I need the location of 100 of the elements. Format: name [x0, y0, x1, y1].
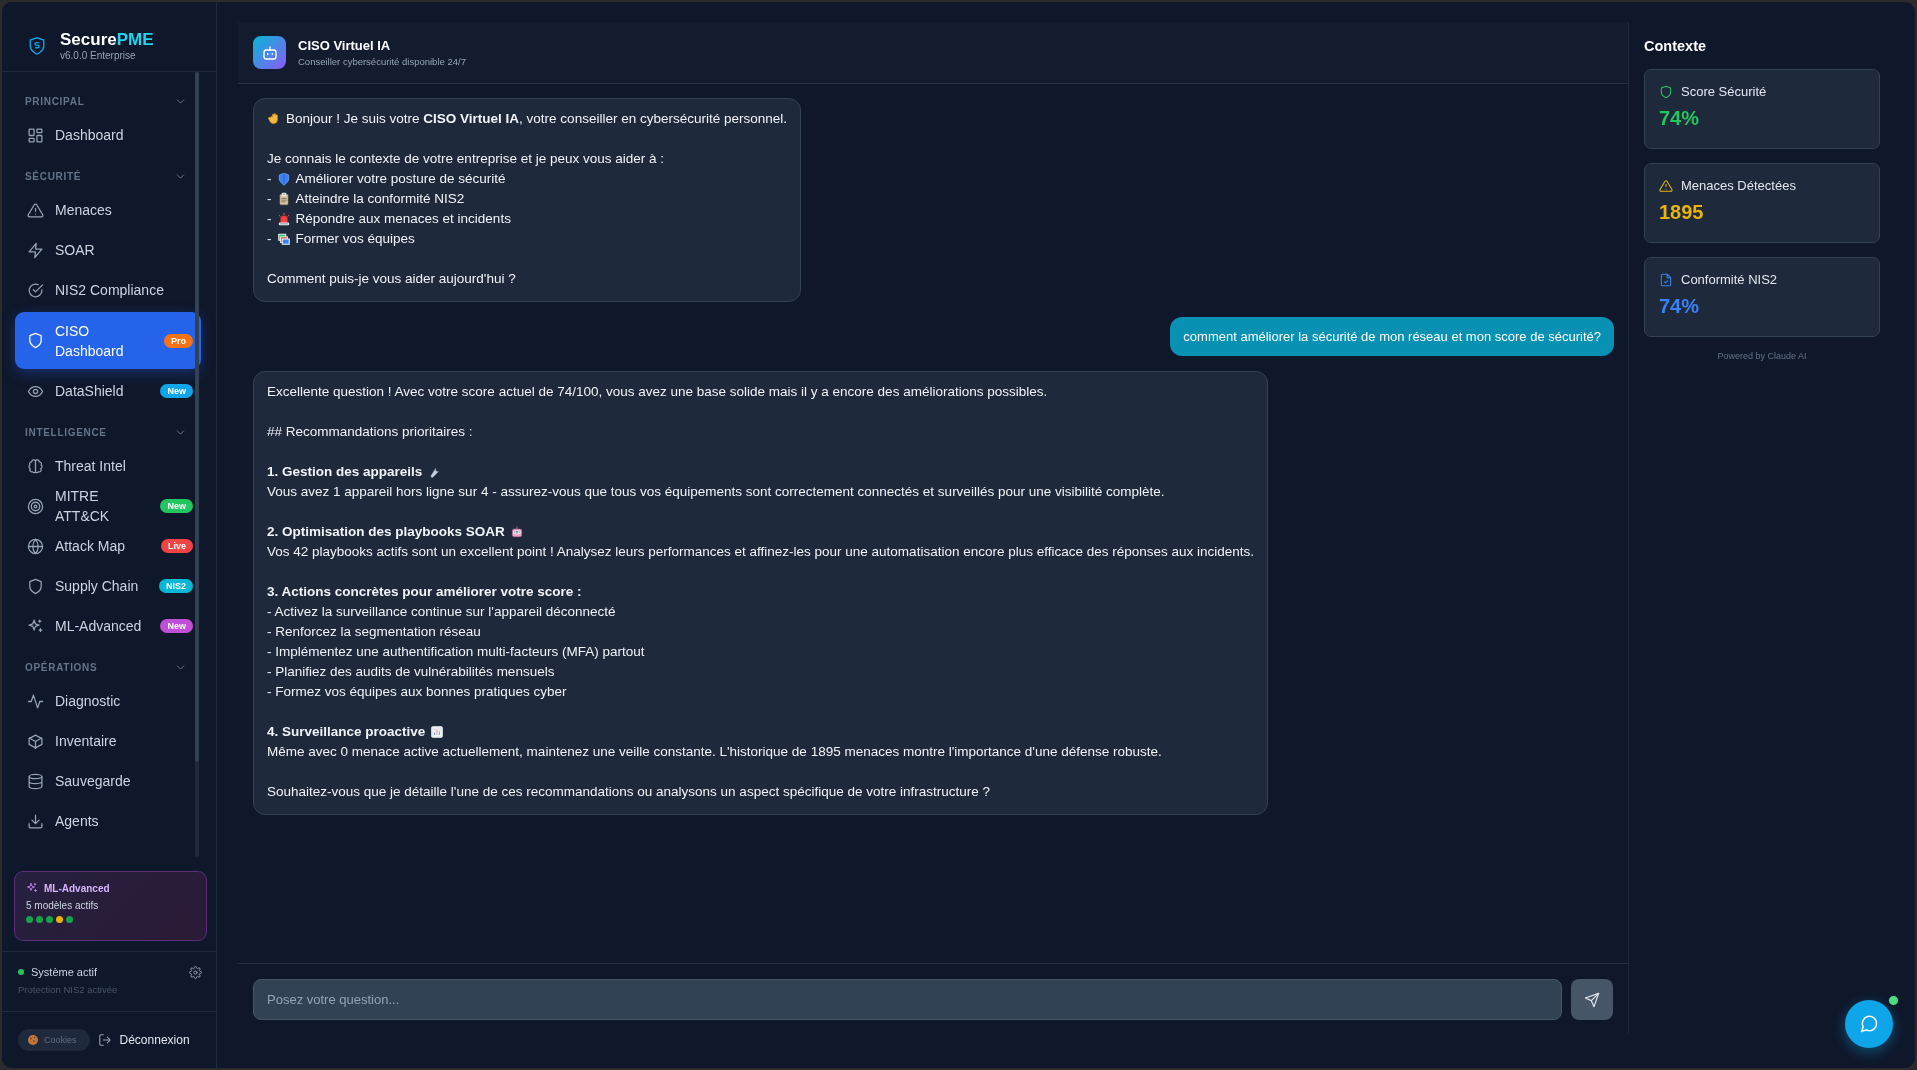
ml-status-card[interactable]: ML-Advanced 5 modèles actifs [14, 871, 207, 941]
document-icon [1659, 272, 1673, 287]
stat-label: Conformité NIS2 [1681, 272, 1778, 287]
shield-icon [27, 577, 44, 595]
nav-item[interactable]: NIS2 Compliance [15, 270, 201, 310]
stat-label: Score Sécurité [1681, 84, 1767, 99]
nav-item[interactable]: Diagnostic [15, 681, 201, 721]
message-text: Améliorer votre posture de sécurité [295, 170, 506, 188]
send-button[interactable] [1571, 979, 1613, 1020]
send-icon [1584, 991, 1600, 1008]
nav-item[interactable]: CISO Dashboard Pro [15, 312, 201, 369]
badge: Live [161, 539, 193, 553]
badge: Pro [164, 333, 193, 348]
message-text: Vous avez 1 appareil hors ligne sur 4 - assurez-vous que tous vos équipements sont correctement connectés et surveillés pour une visibilité complète. [267, 483, 1165, 501]
logout-icon [97, 1033, 112, 1047]
panel-title: Contexte [1644, 38, 1708, 54]
powered-by-text: Powered by Claude AI [1716, 351, 1808, 361]
list-dash: - [267, 170, 272, 188]
section-heading: 1. Gestion des appareils [267, 463, 423, 481]
user-message: comment améliorer la sécurité de mon réseau et mon score de sécurité? [1170, 317, 1614, 356]
message-text: ## Recommandations prioritaires : [267, 423, 473, 441]
message-text: Même avec 0 menace active actuellement, maintenez une veille constante. L'historique de 1895 menaces montre l'importance d'une défense robuste. [267, 743, 1162, 761]
section-heading: 3. Actions concrètes pour améliorer votre score : [267, 583, 582, 601]
question-field[interactable]: Posez votre question... [253, 979, 1562, 1020]
download-icon [27, 812, 44, 830]
section-label: PRINCIPAL [25, 95, 85, 107]
clipboard-icon [276, 192, 291, 206]
section-label: OPÉRATIONS [25, 661, 98, 673]
nav-item[interactable]: Inventaire [15, 721, 201, 761]
brain-icon [27, 457, 44, 475]
cube-icon [27, 732, 44, 750]
logo-icon [28, 35, 46, 56]
badge: New [160, 384, 193, 398]
message-text: Je connais le contexte de votre entreprise et je peux vous aider à : [267, 150, 664, 168]
shield-icon [276, 172, 291, 186]
nav-item[interactable]: Dashboard [15, 115, 201, 155]
badge: NIS2 [159, 579, 193, 593]
badge: New [160, 619, 193, 633]
section-heading: 4. Surveillance proactive [267, 723, 426, 741]
list-dash: - [267, 230, 272, 248]
grid-icon [27, 126, 44, 144]
message-text: Bonjour ! Je suis votre CISO Virtuel IA, votre conseiller en cybersécurité personnel. [286, 110, 787, 128]
message-text: Vos 42 playbooks actifs sont un excellent point ! Analysez leurs performances et affinez-les pour une automatisation encore plus efficace des réponses aux incidents. [267, 543, 1255, 561]
message-text: Souhaitez-vous que je détaille l'une de ces recommandations ou analysons un aspect spécifique de votre infrastructure ? [267, 783, 990, 801]
pulse-icon [27, 692, 44, 710]
message-text: - Implémentez une authentification multi-facteurs (MFA) partout [267, 643, 645, 661]
section-label: INTELLIGENCE [25, 426, 107, 438]
sparkle-icon [26, 882, 38, 894]
message-text: - Formez vos équipes aux bonnes pratiques cyber [267, 683, 567, 701]
message-text: Comment puis-je vous aider aujourd'hui ? [267, 270, 516, 288]
robot-icon [509, 525, 524, 539]
nav-item[interactable]: Attack Map Live [15, 526, 201, 566]
message-text: Atteindre la conformité NIS2 [295, 190, 465, 208]
chat-subtitle: Conseiller cybersécurité disponible 24/7 [298, 56, 466, 67]
nav-item[interactable]: Supply Chain NIS2 [15, 566, 201, 606]
section-heading: 2. Optimisation des playbooks SOAR [267, 523, 505, 541]
bar-chart-icon [430, 725, 445, 739]
nav-item[interactable]: Sauvegarde [15, 761, 201, 801]
app-name: SecurePME [60, 30, 154, 50]
nav-item[interactable]: ML-Advanced New [15, 606, 201, 646]
siren-icon [276, 212, 291, 226]
nav-item[interactable]: MITRE ATT&CK New [15, 486, 201, 526]
nav-item[interactable]: SOAR [15, 230, 201, 270]
scrollbar[interactable] [195, 72, 199, 857]
sparkle-icon [27, 617, 44, 635]
status-label: Système actif [31, 966, 98, 978]
waving-hand-icon [267, 112, 281, 126]
chat-icon [1859, 1014, 1879, 1034]
check-circle-icon [27, 281, 44, 299]
shield-icon [1659, 84, 1673, 99]
badge: New [160, 499, 193, 513]
model-count: 5 modèles actifs [26, 900, 100, 911]
list-dash: - [267, 190, 272, 208]
lightning-icon [27, 241, 44, 259]
warning-icon [27, 201, 44, 219]
nav-item[interactable]: Agents [15, 801, 201, 841]
logout-link[interactable]: Déconnexion [119, 1033, 190, 1047]
status-detail: Protection NIS2 activée [18, 984, 118, 995]
stat-value: 74% [1659, 295, 1701, 318]
card-title: ML-Advanced [44, 882, 110, 894]
message-text: - Activez la surveillance continue sur l'appareil déconnecté [267, 603, 616, 621]
list-dash: - [267, 210, 272, 228]
database-icon [27, 772, 44, 790]
message-text: - Renforcez la segmentation réseau [267, 623, 481, 641]
message-text: Former vos équipes [295, 230, 415, 248]
books-icon [276, 232, 291, 246]
globe-icon [27, 537, 44, 555]
nav-item[interactable]: Menaces [15, 190, 201, 230]
nav-item[interactable]: DataShield New [15, 371, 201, 411]
settings-icon[interactable] [189, 966, 202, 979]
stat-label: Menaces Détectées [1681, 178, 1796, 193]
version-label: v6.0.0 Enterprise [60, 50, 137, 61]
nav-item[interactable]: Threat Intel [15, 446, 201, 486]
message-text: Excellente question ! Avec votre score actuel de 74/100, vous avez une base solide mais il y a encore des améliorations possibles. [267, 383, 1048, 401]
target-icon [27, 497, 44, 515]
robot-icon [260, 43, 279, 62]
shield-icon [27, 332, 44, 349]
section-label: SÉCURITÉ [25, 170, 82, 182]
message-text: Répondre aux menaces et incidents [295, 210, 511, 228]
chat-title: CISO Virtuel IA [298, 38, 392, 53]
